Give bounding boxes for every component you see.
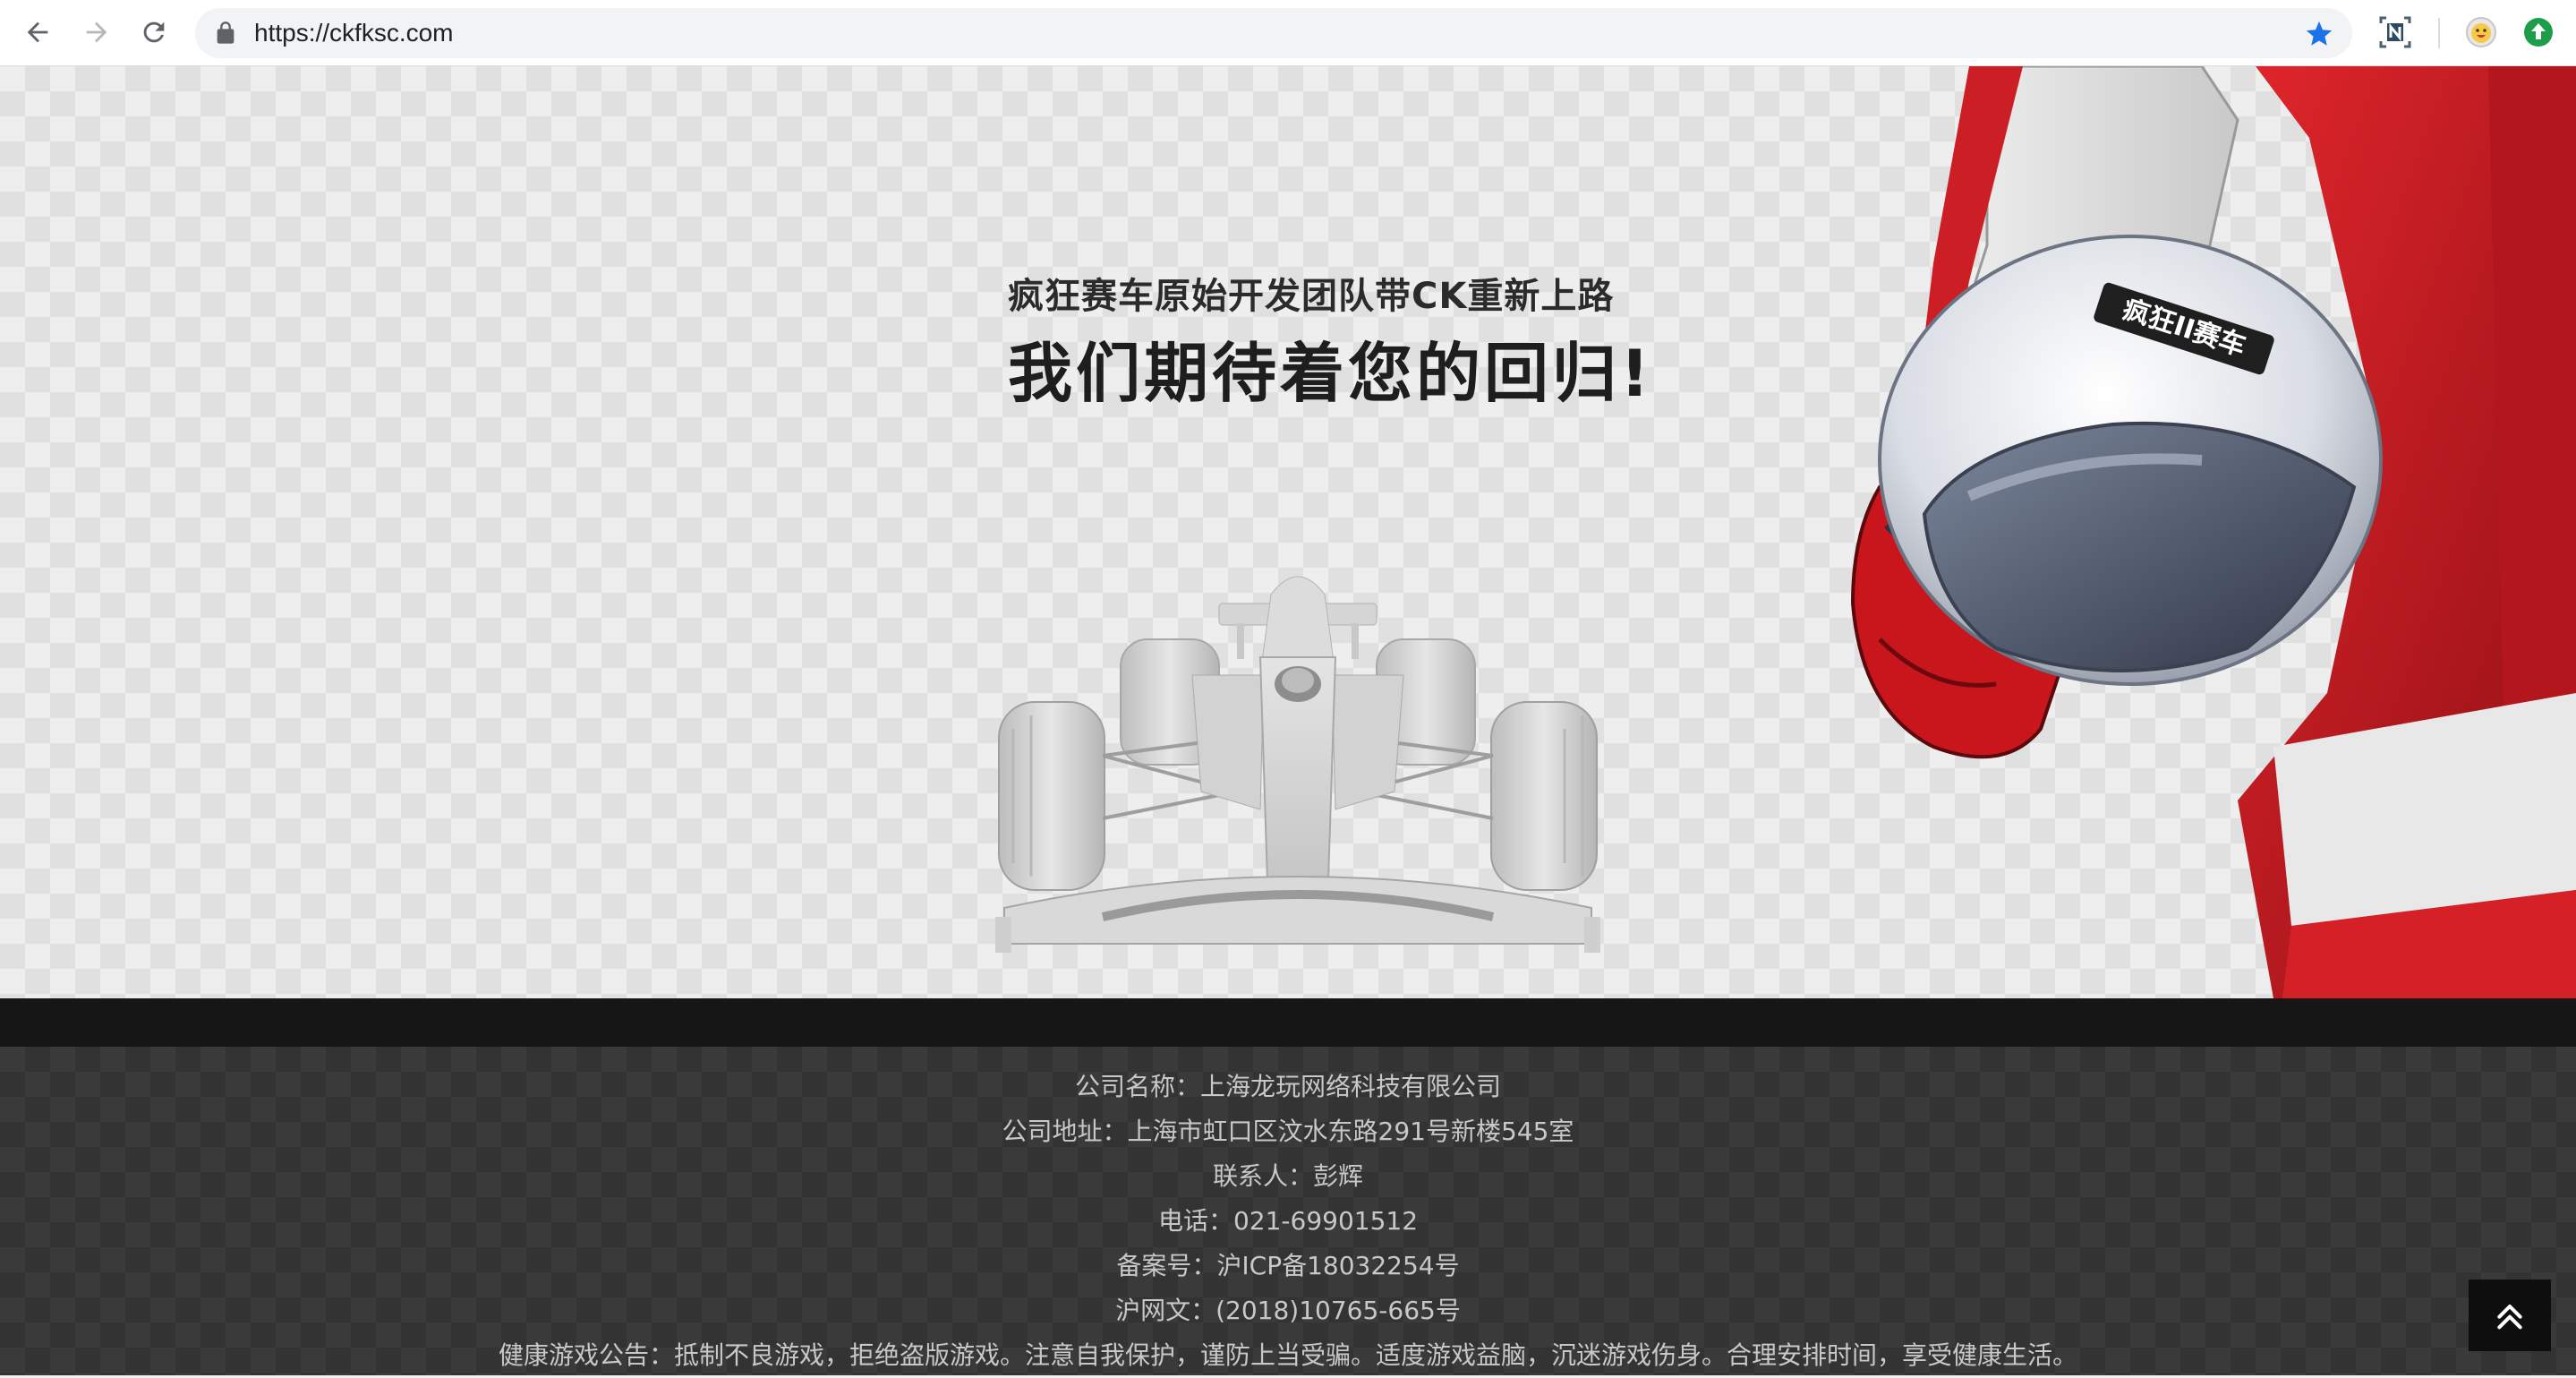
upload-arrow-icon[interactable] (2521, 14, 2556, 50)
footer-divider-band (0, 998, 2576, 1047)
address-bar[interactable]: https://ckfksc.com (195, 8, 2352, 58)
url-text[interactable]: https://ckfksc.com (254, 8, 454, 58)
lock-icon (217, 21, 235, 44)
forward-button[interactable] (77, 13, 116, 52)
icp-record[interactable]: 备案号：沪ICP备18032254号 (0, 1244, 2576, 1288)
footer-info: 公司名称：上海龙玩网络科技有限公司 公司地址：上海市虹口区汶水东路291号新楼5… (0, 1065, 2576, 1378)
n-extension-icon[interactable] (2377, 14, 2413, 50)
hero-banner: 疯狂赛车原始开发团队带CK重新上路 我们期待着您的回归! 疯狂II赛车 (0, 66, 2576, 998)
arrow-left-icon (27, 21, 48, 43)
contact-person: 联系人：彭辉 (1212, 1161, 1363, 1191)
back-to-top-button[interactable] (2469, 1280, 2551, 1351)
browser-toolbar: https://ckfksc.com (0, 0, 2576, 66)
network-culture-license: 沪网文：(2018)10765-665号 (1115, 1296, 1461, 1325)
double-chevron-up-icon (2497, 1305, 2522, 1330)
reload-button[interactable] (134, 13, 174, 52)
hero-headline: 我们期待着您的回归! (1008, 336, 1653, 411)
arrow-right-icon (86, 21, 107, 43)
emoji-face-icon[interactable] (2463, 14, 2499, 50)
hero-tagline: 疯狂赛车原始开发团队带CK重新上路 (1008, 276, 1615, 317)
racer-helmet-illustration: 疯狂II赛车 (1850, 66, 2576, 998)
star-icon[interactable] (2304, 19, 2334, 49)
race-car-illustration (995, 576, 1600, 953)
toolbar-divider (2438, 18, 2440, 48)
company-address: 公司地址：上海市虹口区汶水东路291号新楼545室 (1002, 1117, 1574, 1146)
site-footer: 公司名称：上海龙玩网络科技有限公司 公司地址：上海市虹口区汶水东路291号新楼5… (0, 1047, 2576, 1375)
healthy-gaming-notice: 健康游戏公告：抵制不良游戏，拒绝盗版游戏。注意自我保护，谨防上当受骗。适度游戏益… (498, 1340, 2077, 1370)
back-button[interactable] (18, 13, 57, 52)
phone-number: 电话：021-69901512 (1157, 1206, 1419, 1236)
company-name: 公司名称：上海龙玩网络科技有限公司 (1074, 1072, 1501, 1101)
reload-icon (143, 21, 165, 43)
